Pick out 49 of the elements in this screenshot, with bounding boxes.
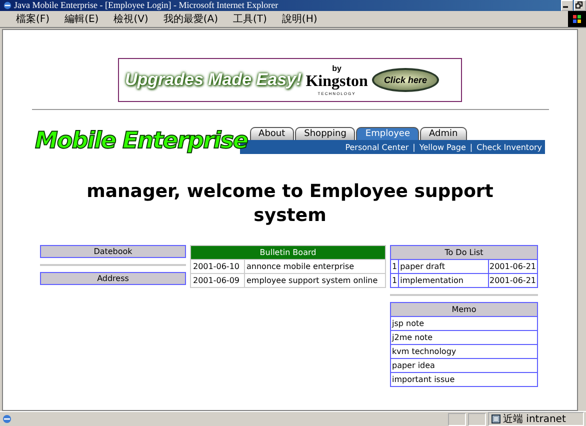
menu-item[interactable]: 我的最愛(A) xyxy=(163,12,218,26)
table-cell: jsp note xyxy=(390,316,538,330)
restore-icon xyxy=(575,1,583,9)
table-cell: 2001-06-21 xyxy=(488,259,538,274)
ad-headline: Upgrades Made Easy! xyxy=(125,70,302,90)
table-header: Memo xyxy=(390,302,538,316)
table-cell: paper idea xyxy=(390,358,538,372)
table-cell: paper draft xyxy=(398,259,488,274)
table-cell: 1 xyxy=(390,273,399,288)
nav-link[interactable]: Personal Center xyxy=(345,142,409,152)
ad-text: by xyxy=(332,64,342,73)
nav-tab[interactable]: About xyxy=(250,127,294,140)
status-page-icon xyxy=(2,414,12,424)
page-heading: manager, welcome to Employee support system xyxy=(86,180,494,228)
table-header: To Do List xyxy=(390,245,538,260)
minimize-button[interactable] xyxy=(561,0,573,11)
table-cell: important issue xyxy=(390,372,538,386)
restore-button[interactable] xyxy=(574,0,586,11)
brand-name: Kingston xyxy=(306,73,368,91)
table-cell: 1 xyxy=(390,259,399,274)
table-cell: j2me note xyxy=(390,330,538,344)
site-logo: Mobile Enterprise xyxy=(35,128,248,154)
menu-item[interactable]: 工具(T) xyxy=(233,12,267,26)
nav-link[interactable]: Yellow Page xyxy=(419,142,466,152)
table-cell: employee support system online xyxy=(244,273,386,288)
menu-item[interactable]: 編輯(E) xyxy=(64,12,99,26)
table-cell: 2001-06-21 xyxy=(488,273,538,288)
table-cell: 2001-06-10 xyxy=(190,259,244,274)
table-cell: kvm technology xyxy=(390,344,538,358)
separator: | xyxy=(412,142,416,152)
windows-logo-icon xyxy=(568,11,586,27)
browser-icon xyxy=(3,1,12,10)
table-cell: 2001-06-09 xyxy=(190,273,244,288)
panel-header[interactable]: Datebook xyxy=(40,244,186,258)
nav-tab[interactable]: Shopping xyxy=(295,127,356,140)
click-here-button[interactable]: Click here xyxy=(372,68,439,92)
window-title: Java Mobile Enterprise - [Employee Login] - Microsoft Internet Explorer xyxy=(14,0,280,11)
nav-link[interactable]: Check Inventory xyxy=(476,142,542,152)
table-header: Bulletin Board xyxy=(190,245,386,260)
menu-item[interactable]: 檔案(F) xyxy=(16,12,50,26)
menu-item[interactable]: 檢視(V) xyxy=(114,12,148,26)
panel-header[interactable]: Address xyxy=(40,272,186,285)
menu-item[interactable]: 說明(H) xyxy=(282,12,318,26)
table-cell: implementation xyxy=(398,273,488,288)
nav-tab[interactable]: Employee xyxy=(356,127,419,140)
table-cell: annonce mobile enterprise xyxy=(244,259,386,274)
nav-tab[interactable]: Admin xyxy=(420,127,467,140)
security-zone: 近端 intranet xyxy=(503,412,566,426)
separator: | xyxy=(470,142,473,152)
